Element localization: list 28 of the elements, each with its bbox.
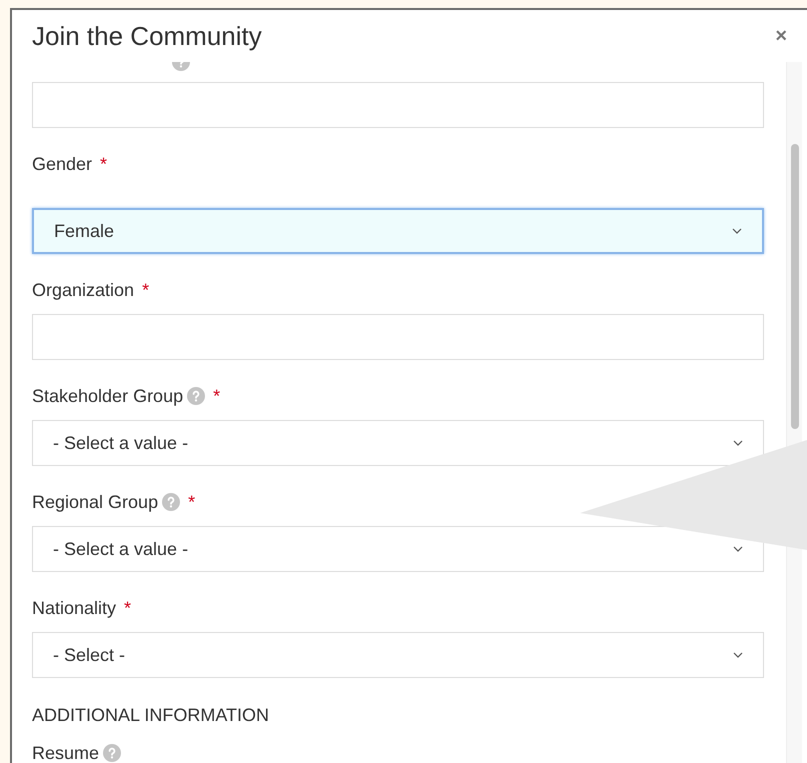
select-field[interactable]: - Select a value - bbox=[32, 420, 764, 466]
field-label: Nationality bbox=[32, 596, 116, 620]
field-label: Gender bbox=[32, 152, 92, 176]
scrollbar-thumb[interactable] bbox=[790, 144, 798, 429]
chevron-down-icon bbox=[732, 228, 742, 234]
field-label: Resume bbox=[32, 742, 100, 763]
chevron-down-icon bbox=[733, 652, 743, 658]
help-icon[interactable] bbox=[162, 493, 180, 511]
text-field[interactable] bbox=[32, 82, 764, 128]
field-label: Organization bbox=[32, 278, 134, 302]
field-label: Regional Group bbox=[32, 490, 158, 514]
chevron-down-icon bbox=[733, 440, 743, 446]
required-mark: * bbox=[124, 596, 132, 620]
dialog-title: Join the Community bbox=[32, 20, 262, 52]
text-field[interactable] bbox=[32, 314, 764, 360]
required-mark: * bbox=[142, 278, 150, 302]
field-label: Stakeholder Group bbox=[32, 384, 184, 408]
close-button[interactable]: × bbox=[775, 26, 787, 46]
select-field[interactable]: Female bbox=[32, 208, 764, 254]
required-mark: * bbox=[213, 384, 220, 408]
required-mark: * bbox=[100, 152, 108, 176]
select-field[interactable]: - Select - bbox=[32, 632, 764, 678]
required-mark: * bbox=[188, 490, 196, 514]
section-heading: ADDITIONAL INFORMATION bbox=[32, 704, 270, 727]
help-icon[interactable] bbox=[187, 387, 206, 405]
help-icon[interactable] bbox=[103, 744, 122, 762]
select-field[interactable]: - Select a value - bbox=[32, 526, 764, 572]
chevron-down-icon bbox=[733, 546, 743, 552]
